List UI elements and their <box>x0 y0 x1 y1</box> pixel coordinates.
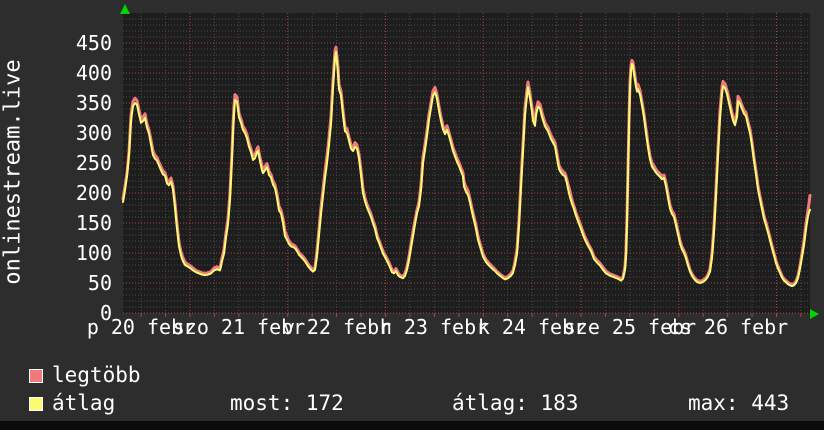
bottom-strip <box>0 421 824 430</box>
stat-atlag: átlag: 183 <box>452 391 579 415</box>
y-tick-label: 50 <box>88 271 112 295</box>
stat-most: most: 172 <box>230 391 344 415</box>
y-tick-label: 150 <box>76 211 112 235</box>
y-tick-label: 300 <box>76 121 112 145</box>
legend-label-max: legtöbb <box>52 363 141 387</box>
y-tick-label: 100 <box>76 241 112 265</box>
y-tick-label: 200 <box>76 181 112 205</box>
y-tick-label: 400 <box>76 61 112 85</box>
x-axis-label: v 22 febr <box>283 315 391 339</box>
up-arrow-icon <box>120 4 130 14</box>
legend-row-max: legtöbb <box>29 365 141 386</box>
legend-swatch-max <box>29 368 43 383</box>
y-tick-label: 350 <box>76 91 112 115</box>
legend-swatch-avg <box>29 396 43 411</box>
stat-max: max: 443 <box>688 391 790 415</box>
plot-svg: 050100150200250300350400450p 20 febrszo … <box>76 4 819 339</box>
rrd-graph-window: onlinestream.live 0 50 100 150 200 250 300 350 4… <box>0 0 824 430</box>
right-arrow-icon <box>810 309 819 319</box>
x-axis-label: cs 26 febr <box>668 315 788 339</box>
legend-label-avg: átlag <box>52 391 116 415</box>
plot-background <box>123 13 810 313</box>
y-tick-label: 250 <box>76 151 112 175</box>
y-tick-label: 450 <box>76 31 112 55</box>
x-axis-label: h 23 febr <box>380 315 488 339</box>
legend-row-avg: átlag <box>29 393 115 414</box>
